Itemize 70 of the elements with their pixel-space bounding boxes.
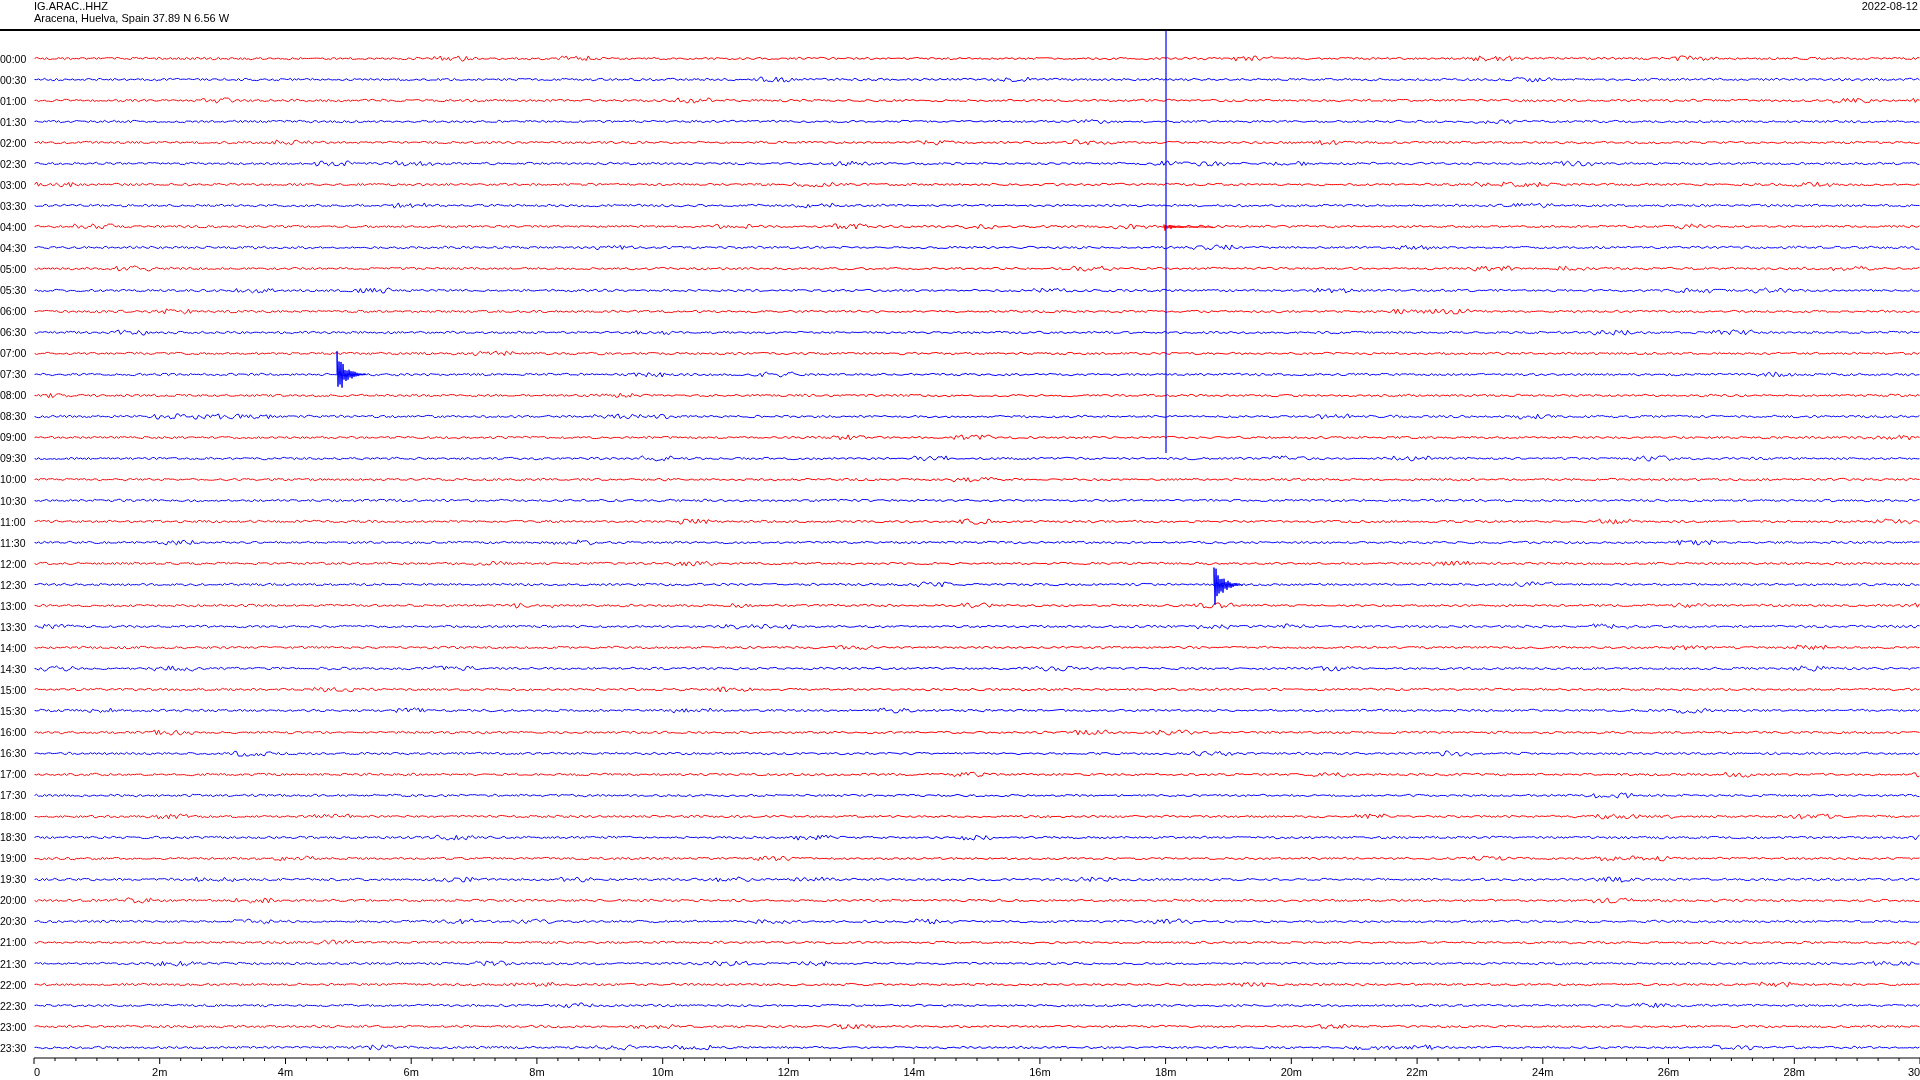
axis-label: 6m xyxy=(403,1066,419,1078)
axis-label: 22m xyxy=(1406,1066,1428,1078)
time-label: 21:30 xyxy=(0,957,28,970)
axis-label: 16m xyxy=(1029,1066,1051,1078)
time-label: 03:00 xyxy=(0,178,28,191)
seismic-event-drawing xyxy=(1163,224,1214,232)
time-label: 20:30 xyxy=(0,915,28,928)
time-label: 10:30 xyxy=(0,494,28,507)
time-label: 07:00 xyxy=(0,347,28,360)
time-label: 02:00 xyxy=(0,136,28,149)
time-label: 09:30 xyxy=(0,452,28,465)
time-label: 23:30 xyxy=(0,1041,28,1054)
time-label: 03:30 xyxy=(0,199,28,212)
time-label: 16:00 xyxy=(0,726,28,738)
time-label: 06:00 xyxy=(0,305,28,318)
time-label: 22:00 xyxy=(0,978,28,991)
time-label: 12:30 xyxy=(0,578,28,591)
time-label: 08:00 xyxy=(0,389,28,402)
time-label: 18:00 xyxy=(0,810,28,823)
time-label: 15:30 xyxy=(0,704,28,717)
station-location: Aracena, Huelva, Spain 37.89 N 6.56 W xyxy=(34,12,230,24)
time-label: 15:00 xyxy=(0,683,28,696)
time-label: 07:30 xyxy=(0,368,28,381)
time-label: 13:30 xyxy=(0,620,28,633)
time-label: 10:00 xyxy=(0,473,28,486)
date-label: 2022-08-12 xyxy=(1861,0,1918,14)
time-label: 21:00 xyxy=(0,936,28,949)
time-label: 19:30 xyxy=(0,873,28,886)
time-label: 11:00 xyxy=(0,515,27,528)
time-label: 23:00 xyxy=(0,1020,28,1033)
axis-label: 26m xyxy=(1657,1066,1680,1078)
time-label: 01:00 xyxy=(0,94,28,107)
time-label: 04:00 xyxy=(0,220,28,233)
time-label: 04:30 xyxy=(0,241,28,254)
axis-label: 28m xyxy=(1783,1066,1805,1078)
time-label: 16:30 xyxy=(0,747,28,760)
time-label: 14:30 xyxy=(0,662,28,675)
time-label: 20:00 xyxy=(0,894,28,907)
axis-label: 18m xyxy=(1154,1066,1177,1078)
axis-label: 12m xyxy=(777,1066,800,1078)
time-label: 14:00 xyxy=(0,641,28,654)
time-label: 17:30 xyxy=(0,789,28,802)
time-label: 11:30 xyxy=(0,536,27,549)
time-label: 17:00 xyxy=(0,768,28,781)
axis-label: 4m xyxy=(277,1066,294,1078)
axis-label: 8m xyxy=(529,1066,545,1078)
time-label: 00:00 xyxy=(0,52,28,65)
station-code: IG.ARAC..HHZ xyxy=(34,0,109,12)
axis-label: 24m xyxy=(1532,1066,1554,1078)
time-label: 22:30 xyxy=(0,999,28,1012)
axis-label: 0 xyxy=(34,1066,41,1078)
axis-label: 30 xyxy=(1908,1066,1920,1078)
time-label: 18:30 xyxy=(0,831,28,844)
time-label: 05:00 xyxy=(0,263,28,275)
time-label: 13:00 xyxy=(0,599,28,612)
time-label: 00:30 xyxy=(0,73,28,86)
time-label: 19:00 xyxy=(0,852,28,865)
time-label: 06:30 xyxy=(0,326,28,339)
axis-label: 10m xyxy=(651,1066,674,1078)
axis-label: 14m xyxy=(903,1066,925,1078)
seismic-event-drawing xyxy=(336,350,367,389)
time-label: 01:30 xyxy=(0,115,28,128)
axis-label: 20m xyxy=(1280,1066,1303,1078)
time-label: 12:00 xyxy=(0,557,28,570)
seismic-event-drawing xyxy=(1213,567,1244,606)
time-label: 05:30 xyxy=(0,284,28,297)
time-label: 08:30 xyxy=(0,410,28,423)
axis-label: 2m xyxy=(152,1066,168,1078)
time-label: 09:00 xyxy=(0,431,28,444)
time-label: 02:30 xyxy=(0,157,28,170)
